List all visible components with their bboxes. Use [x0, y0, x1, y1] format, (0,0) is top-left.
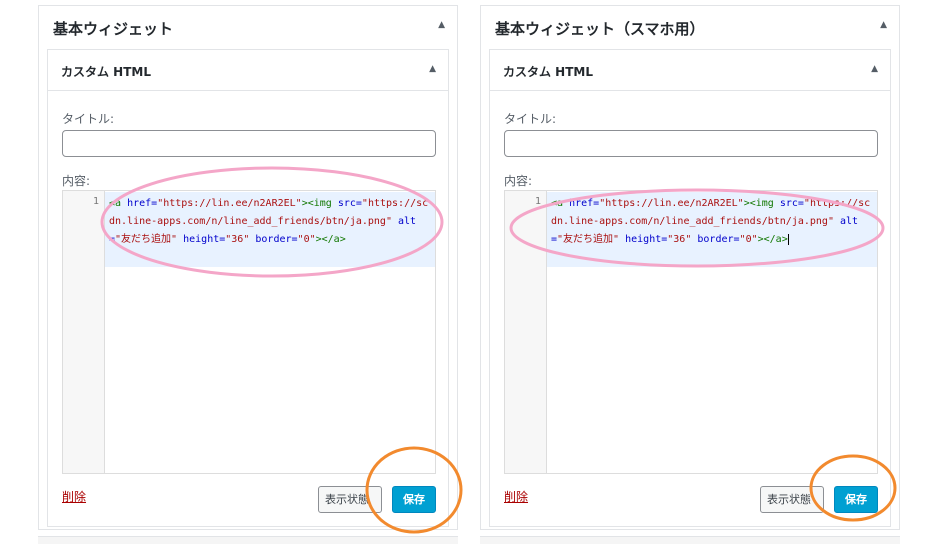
- code-token: "友だち追加": [557, 234, 620, 245]
- line-gutter: 1: [63, 191, 105, 473]
- code-editor[interactable]: 1 <a href="https://lin.ee/n2AR2EL"><img …: [504, 190, 878, 474]
- code-content[interactable]: <a href="https://lin.ee/n2AR2EL"><img sr…: [551, 195, 875, 249]
- code-token: href=: [127, 198, 158, 209]
- widget-area-basic-mobile: 基本ウィジェット（スマホ用） ▲ カスタム HTML ▲ タイトル: 内容: 1…: [480, 5, 900, 530]
- widget-header[interactable]: カスタム HTML ▲: [48, 50, 448, 91]
- area-title: 基本ウィジェット: [53, 20, 174, 38]
- code-token: "36": [667, 234, 692, 245]
- code-token: ><img: [301, 198, 332, 209]
- title-input[interactable]: [504, 130, 878, 157]
- save-button[interactable]: 保存: [392, 486, 436, 513]
- widget-area-basic: 基本ウィジェット ▲ カスタム HTML ▲ タイトル: 内容: 1 <a hr…: [38, 5, 458, 530]
- collapse-arrow-icon[interactable]: ▲: [438, 20, 445, 30]
- code-token: "https://lin.ee/n2AR2EL": [157, 198, 302, 209]
- widget-title: カスタム HTML: [503, 65, 593, 79]
- area-title: 基本ウィジェット（スマホ用）: [495, 20, 705, 38]
- code-editor[interactable]: 1 <a href="https://lin.ee/n2AR2EL"><img …: [62, 190, 436, 474]
- collapse-arrow-icon[interactable]: ▲: [871, 64, 878, 74]
- code-token: border=: [255, 234, 298, 245]
- code-token: ></a>: [757, 234, 788, 245]
- collapse-arrow-icon[interactable]: ▲: [429, 64, 436, 74]
- line-number: 1: [92, 196, 99, 207]
- custom-html-widget: カスタム HTML ▲ タイトル: 内容: 1 <a href="https:/…: [489, 49, 891, 527]
- line-gutter: 1: [505, 191, 547, 473]
- content-label: 内容:: [504, 174, 533, 188]
- code-token: "36": [225, 234, 250, 245]
- collapse-arrow-icon[interactable]: ▲: [880, 20, 887, 30]
- line-number: 1: [534, 196, 541, 207]
- code-token: ><img: [743, 198, 774, 209]
- custom-html-widget: カスタム HTML ▲ タイトル: 内容: 1 <a href="https:/…: [47, 49, 449, 527]
- delete-link[interactable]: 削除: [62, 488, 86, 505]
- display-settings-button[interactable]: 表示状態: [318, 486, 382, 513]
- code-token: <a: [109, 198, 122, 209]
- code-token: ></a>: [315, 234, 346, 245]
- code-content[interactable]: <a href="https://lin.ee/n2AR2EL"><img sr…: [109, 195, 433, 249]
- code-token: height=: [183, 234, 226, 245]
- code-token: href=: [569, 198, 600, 209]
- title-label: タイトル:: [504, 112, 557, 126]
- title-input[interactable]: [62, 130, 436, 157]
- title-label: タイトル:: [62, 112, 115, 126]
- display-settings-button[interactable]: 表示状態: [760, 486, 824, 513]
- content-label: 内容:: [62, 174, 91, 188]
- text-cursor: [787, 233, 789, 245]
- widget-header[interactable]: カスタム HTML ▲: [490, 50, 890, 91]
- code-token: <a: [551, 198, 564, 209]
- code-token: "0": [739, 234, 758, 245]
- code-token: "友だち追加": [115, 234, 178, 245]
- code-token: src=: [337, 198, 362, 209]
- code-token: "https://lin.ee/n2AR2EL": [599, 198, 744, 209]
- delete-link[interactable]: 削除: [504, 488, 528, 505]
- code-token: height=: [625, 234, 668, 245]
- code-token: border=: [697, 234, 740, 245]
- save-button[interactable]: 保存: [834, 486, 878, 513]
- code-token: "0": [297, 234, 316, 245]
- widget-title: カスタム HTML: [61, 65, 151, 79]
- code-token: src=: [779, 198, 804, 209]
